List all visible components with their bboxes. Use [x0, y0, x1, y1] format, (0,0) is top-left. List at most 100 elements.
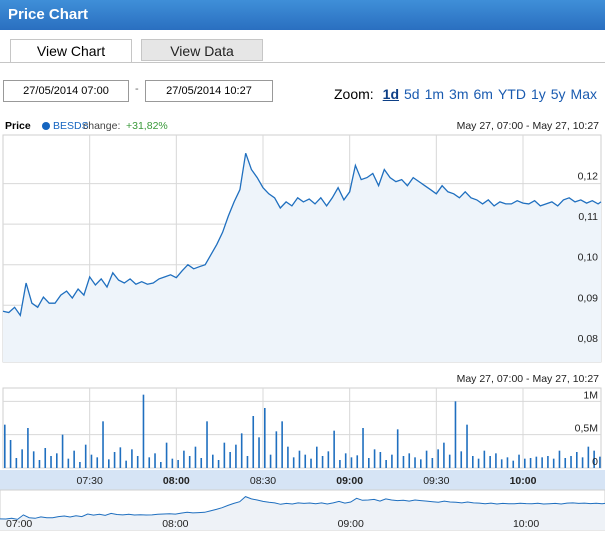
- price-y-tick-label: 0,12: [578, 171, 599, 183]
- volume-plot-frame: [2, 387, 602, 469]
- volume-bar: [200, 458, 203, 468]
- price-y-tick-label: 0,09: [578, 292, 599, 304]
- volume-bar: [368, 458, 370, 468]
- volume-bar: [576, 452, 578, 468]
- volume-bar: [258, 437, 260, 468]
- chart-scroller[interactable]: 07:00 08:00 09:00 10:00: [0, 489, 605, 531]
- volume-bar: [344, 453, 347, 468]
- scroller-time-label: 10:00: [513, 518, 539, 530]
- volume-bar: [396, 429, 399, 468]
- zoom-1m[interactable]: 1m: [425, 86, 444, 102]
- zoom-3m[interactable]: 3m: [449, 86, 468, 102]
- volume-bar: [171, 458, 174, 468]
- volume-bar: [454, 401, 457, 468]
- volume-bar: [339, 460, 341, 468]
- volume-bar: [570, 456, 572, 468]
- volume-bar: [194, 446, 197, 468]
- time-axis-label: 07:30: [77, 475, 103, 487]
- price-plot-frame: [2, 134, 602, 363]
- scroller-time-label: 09:00: [338, 518, 364, 530]
- volume-bar: [362, 428, 364, 468]
- volume-bar: [252, 416, 255, 468]
- volume-bar: [240, 433, 243, 468]
- volume-bar: [541, 457, 543, 468]
- volume-bar: [391, 454, 393, 468]
- zoom-1y[interactable]: 1y: [531, 86, 546, 102]
- volume-y-tick-label: 0: [592, 456, 598, 468]
- time-axis: 07:30 08:00 08:30 09:00 09:30 10:00: [0, 470, 605, 490]
- volume-bar: [108, 459, 110, 468]
- tab-view-chart[interactable]: View Chart: [10, 39, 132, 63]
- volume-bar: [448, 454, 451, 468]
- chart-credit[interactable]: chart by amCharts.com: [12, 141, 121, 153]
- volume-bar: [402, 456, 405, 468]
- change-value: +31,82%: [126, 120, 168, 132]
- volume-bar: [431, 458, 434, 468]
- volume-bar: [84, 444, 87, 468]
- price-grid: [2, 134, 602, 363]
- zoom-ytd[interactable]: YTD: [498, 86, 526, 102]
- series-marker-icon[interactable]: [42, 122, 50, 130]
- volume-bar: [316, 446, 318, 468]
- volume-bar: [61, 434, 64, 468]
- volume-bar: [212, 454, 214, 468]
- volume-bar: [495, 453, 497, 468]
- volume-bar: [466, 424, 468, 468]
- scroller-line: [0, 496, 605, 520]
- zoom-label: Zoom:: [333, 86, 374, 102]
- price-range-text: May 27, 07:00 - May 27, 10:27: [456, 120, 599, 132]
- volume-bar: [235, 444, 237, 468]
- zoom-max[interactable]: Max: [571, 86, 597, 102]
- volume-bar: [136, 456, 139, 468]
- scroller-frame[interactable]: [0, 489, 605, 531]
- volume-bar: [217, 460, 220, 468]
- volume-bar: [142, 394, 145, 468]
- time-axis-label: 08:00: [163, 475, 190, 487]
- volume-bar: [27, 428, 29, 468]
- volume-bar: [131, 449, 133, 468]
- volume-bar: [206, 421, 208, 468]
- volume-bar: [292, 457, 295, 468]
- volume-bar: [535, 456, 538, 468]
- volume-bar: [599, 456, 601, 468]
- volume-bar: [9, 440, 12, 468]
- change-label: change:: [83, 120, 121, 132]
- zoom-5d[interactable]: 5d: [404, 86, 420, 102]
- volume-bar: [56, 453, 58, 468]
- zoom-6m[interactable]: 6m: [474, 86, 493, 102]
- price-area-fill: [3, 153, 601, 362]
- volume-bar: [281, 421, 283, 468]
- scroller-time-label: 07:00: [6, 518, 32, 530]
- volume-bar: [102, 421, 104, 468]
- volume-bar: [512, 460, 515, 468]
- volume-bar: [44, 448, 47, 468]
- volume-bar: [113, 452, 116, 468]
- volume-bar: [587, 446, 590, 468]
- volume-bar: [327, 451, 330, 468]
- tab-view-data[interactable]: View Data: [141, 39, 263, 61]
- volume-bar: [524, 458, 526, 468]
- volume-bar: [183, 450, 185, 468]
- zoom-control: Zoom: 1d 5d 1m 3m 6m YTD 1y 5y Max: [334, 86, 597, 102]
- volume-bar: [472, 456, 474, 468]
- volume-bar: [425, 450, 428, 468]
- volume-bar: [15, 458, 18, 468]
- zoom-1d[interactable]: 1d: [383, 86, 399, 102]
- end-date-input[interactable]: [145, 80, 273, 102]
- volume-bar: [414, 457, 416, 468]
- volume-bar: [165, 442, 168, 468]
- start-date-input[interactable]: [3, 80, 129, 102]
- price-y-tick-label: 0,08: [578, 333, 599, 345]
- volume-bar: [50, 456, 52, 468]
- window-title: Price Chart: [8, 6, 89, 23]
- volume-bar: [529, 458, 532, 468]
- time-axis-label: 09:00: [336, 475, 363, 487]
- volume-bar: [148, 457, 151, 468]
- price-series-line: [2, 152, 602, 318]
- volume-bar: [581, 457, 584, 468]
- volume-bar: [287, 446, 289, 468]
- zoom-5y[interactable]: 5y: [551, 86, 566, 102]
- volume-bar: [177, 460, 179, 468]
- volume-bar: [310, 458, 312, 468]
- volume-bar: [500, 459, 503, 468]
